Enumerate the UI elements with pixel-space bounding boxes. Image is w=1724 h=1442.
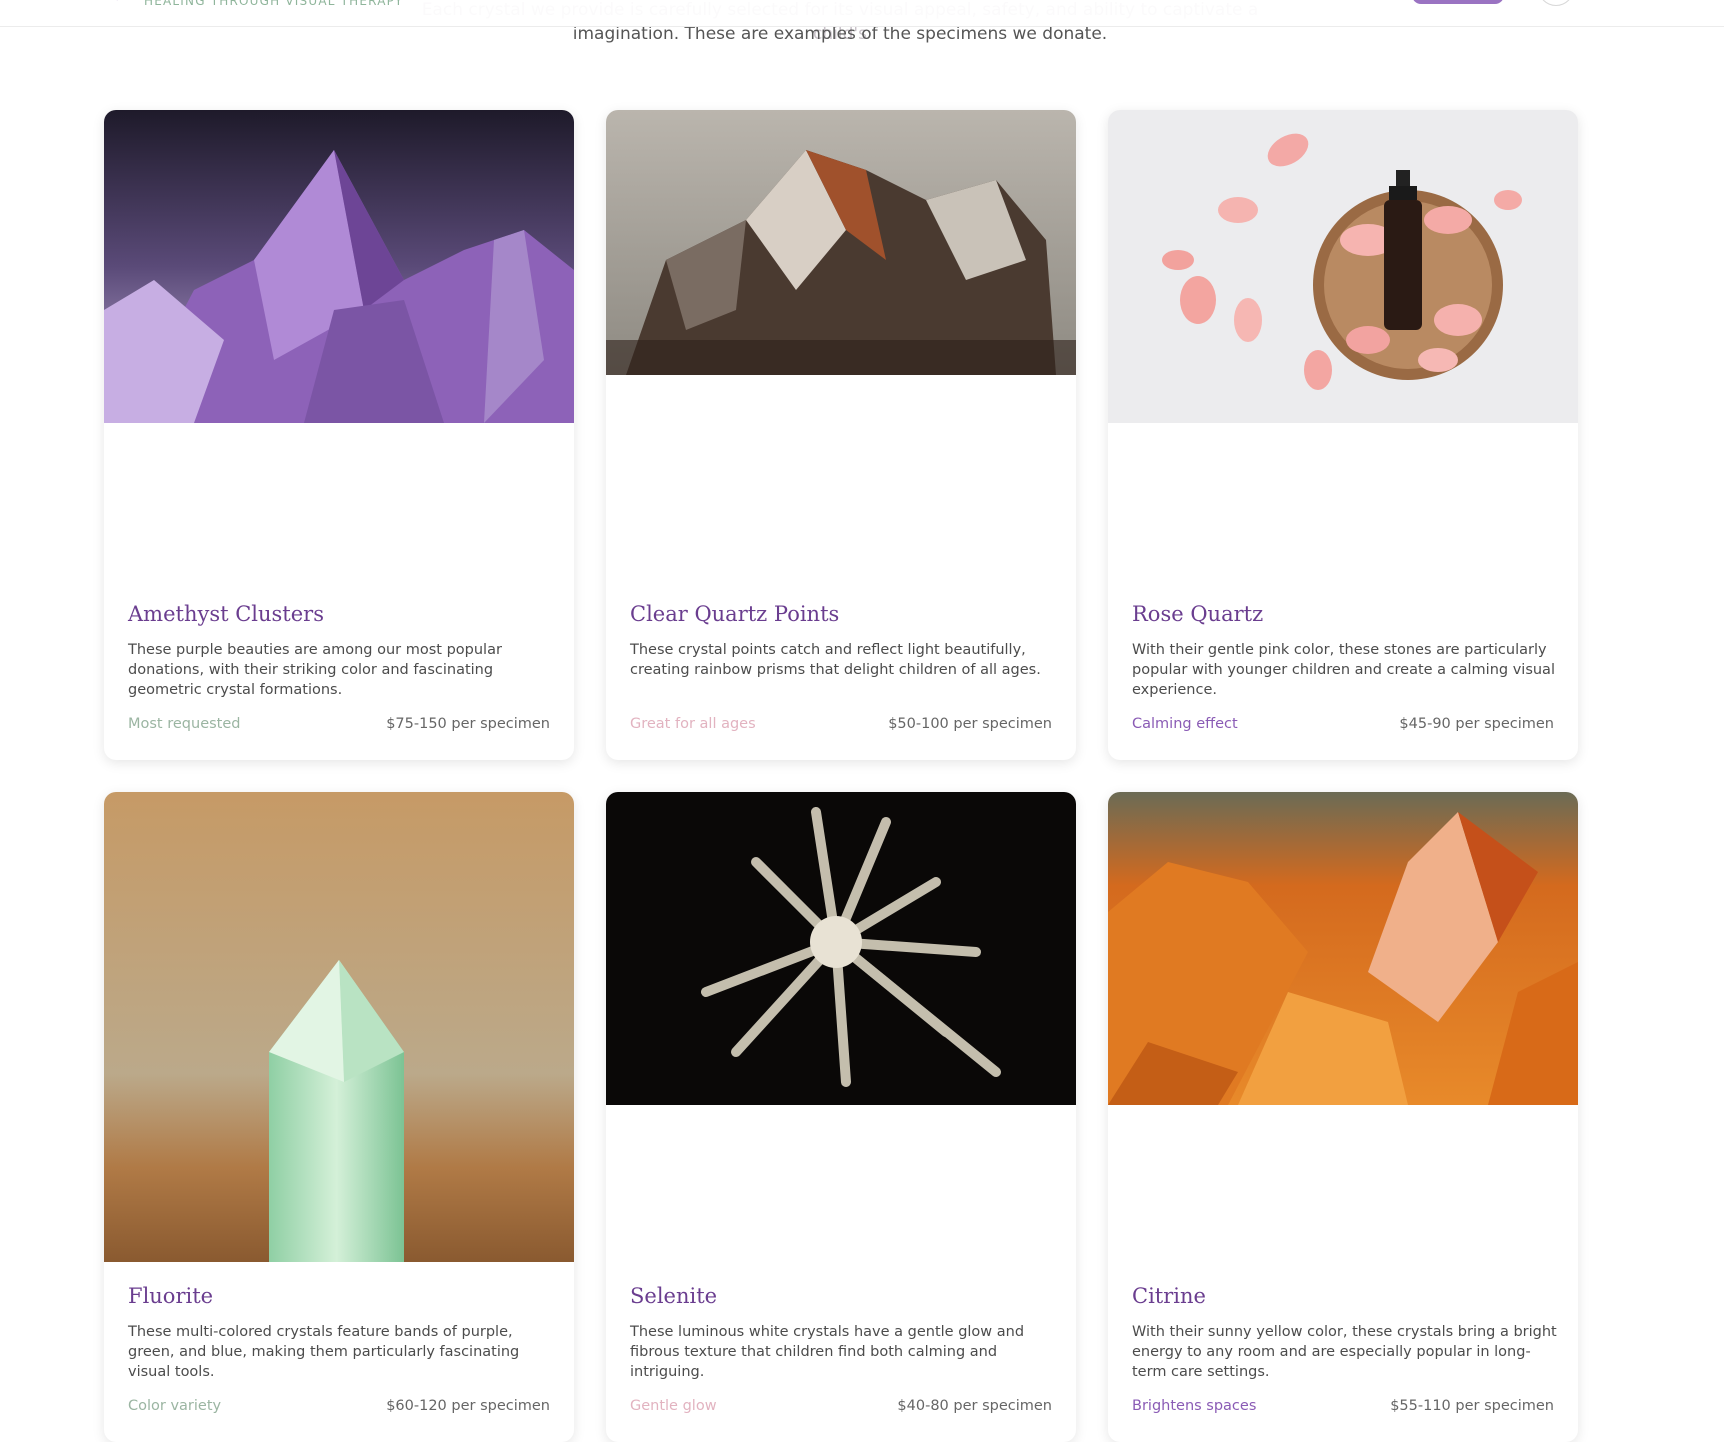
card-description: With their gentle pink color, these ston…	[1132, 642, 1555, 698]
amethyst-image	[104, 110, 574, 423]
crystal-card-fluorite[interactable]: Fluorite These multi-colored crystals fe…	[104, 792, 574, 1442]
crystal-card-citrine[interactable]: Citrine With their sunny yellow color, t…	[1108, 792, 1578, 1442]
card-description: These multi-colored crystals feature ban…	[128, 1324, 520, 1380]
card-title: Clear Quartz Points	[630, 602, 840, 626]
card-description: These purple beauties are among our most…	[128, 642, 502, 698]
site-header: ✦ HEALING THROUGH VISUAL THERAPY	[0, 0, 1724, 27]
card-price: $40-80 per specimen	[897, 1398, 1052, 1414]
card-footer: Most requested $75-150 per specimen	[128, 716, 550, 732]
card-description: With their sunny yellow color, these cry…	[1132, 1324, 1557, 1380]
card-price: $75-150 per specimen	[386, 716, 550, 732]
card-footer: Brightens spaces $55-110 per specimen	[1132, 1398, 1554, 1414]
crystal-card-amethyst[interactable]: Amethyst Clusters These purple beauties …	[104, 110, 574, 760]
card-title: Citrine	[1132, 1284, 1206, 1308]
card-price: $55-110 per specimen	[1390, 1398, 1554, 1414]
logo-icon[interactable]: ✦	[112, 0, 126, 4]
card-title: Selenite	[630, 1284, 718, 1308]
header-cta-button[interactable]	[1412, 0, 1504, 4]
crystal-card-rose-quartz[interactable]: Rose Quartz With their gentle pink color…	[1108, 110, 1578, 760]
card-description: These crystal points catch and reflect l…	[630, 642, 1041, 678]
card-title: Fluorite	[128, 1284, 214, 1308]
card-footer: Gentle glow $40-80 per specimen	[630, 1398, 1052, 1414]
card-footer: Calming effect $45-90 per specimen	[1132, 716, 1554, 732]
card-tag: Color variety	[128, 1398, 222, 1414]
crystal-card-selenite[interactable]: Selenite These luminous white crystals h…	[606, 792, 1076, 1442]
card-footer: Great for all ages $50-100 per specimen	[630, 716, 1052, 732]
card-title: Rose Quartz	[1132, 602, 1264, 626]
header-menu-button[interactable]	[1538, 0, 1574, 6]
card-tag: Great for all ages	[630, 716, 756, 732]
card-footer: Color variety $60-120 per specimen	[128, 1398, 550, 1414]
rose-quartz-image	[1108, 110, 1578, 423]
crystal-card-clear-quartz[interactable]: Clear Quartz Points These crystal points…	[606, 110, 1076, 760]
crystal-grid: Amethyst Clusters These purple beauties …	[104, 110, 1578, 1442]
site-tagline: HEALING THROUGH VISUAL THERAPY	[144, 0, 404, 8]
card-title: Amethyst Clusters	[128, 602, 324, 626]
card-tag: Calming effect	[1132, 716, 1238, 732]
fluorite-image	[104, 792, 574, 1262]
clear-quartz-image	[606, 110, 1076, 375]
card-description: These luminous white crystals have a gen…	[630, 1324, 1025, 1380]
card-price: $50-100 per specimen	[888, 716, 1052, 732]
card-tag: Most requested	[128, 716, 241, 732]
card-tag: Gentle glow	[630, 1398, 717, 1414]
selenite-image	[606, 792, 1076, 1105]
citrine-image	[1108, 792, 1578, 1105]
card-tag: Brightens spaces	[1132, 1398, 1257, 1414]
card-price: $45-90 per specimen	[1399, 716, 1554, 732]
card-price: $60-120 per specimen	[386, 1398, 550, 1414]
